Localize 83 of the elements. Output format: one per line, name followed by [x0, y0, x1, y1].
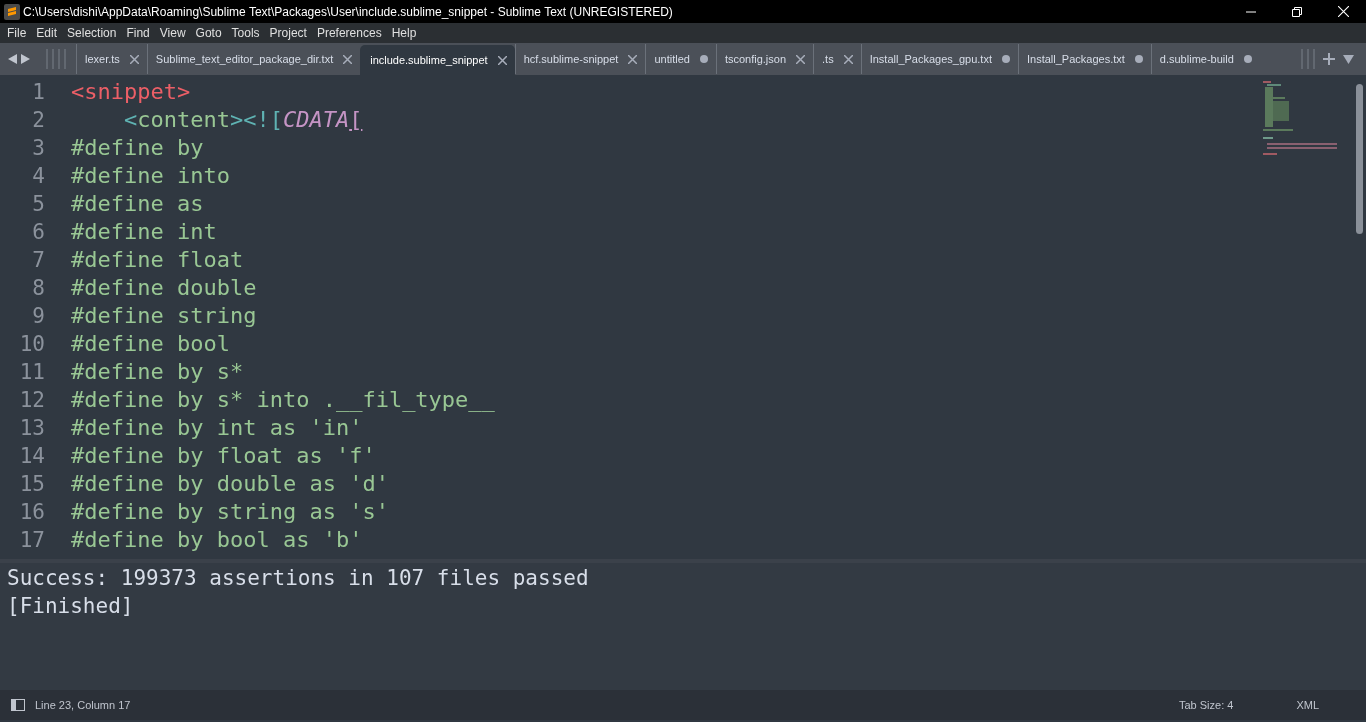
code-line: <content><![CDATA[	[122, 106, 363, 134]
line-number: 9	[31, 303, 46, 330]
code-line: #define by float as 'f'	[71, 442, 376, 470]
line-number: 8	[31, 275, 46, 302]
line-number: 5	[31, 191, 46, 218]
window-title: C:\Users\dishi\AppData\Roaming\Sublime Text\Packages\User\include.sublime_snippet - Sublime Text (UNREGISTERED)	[23, 3, 673, 21]
tab-label: d.sublime-build	[1159, 51, 1234, 67]
menu-item[interactable]: Goto	[190, 24, 227, 42]
code-line: #define int	[71, 218, 217, 246]
menu-item[interactable]: Find	[121, 24, 155, 42]
tab-overflow-icon	[46, 49, 66, 69]
menu-item[interactable]: Project	[264, 24, 312, 42]
line-number: 14	[18, 443, 46, 470]
code-line: #define by s* into .__fil_type__	[71, 386, 495, 414]
restore-icon[interactable]	[1292, 6, 1302, 17]
tab-size[interactable]: Tab Size: 4	[1178, 696, 1234, 714]
line-number: 11	[18, 359, 46, 386]
tab-label: untitled	[654, 51, 690, 67]
right-arrow-icon[interactable]	[21, 54, 30, 64]
plus-icon[interactable]	[1323, 53, 1335, 65]
tab[interactable]: hcf.sublime-snippet	[514, 44, 646, 74]
tab-label: include.sublime_snippet	[370, 52, 488, 68]
code-line: #define double	[71, 274, 257, 302]
line-number: 3	[31, 135, 46, 162]
code-line: #define by	[71, 134, 204, 162]
code-line: #define string	[71, 302, 257, 330]
tab-label: hcf.sublime-snippet	[523, 51, 619, 67]
code-line: #define by bool as 'b'	[71, 526, 363, 554]
tab[interactable]: lexer.ts	[76, 44, 147, 74]
scrollbar-thumb[interactable]	[1355, 84, 1363, 234]
menu-item[interactable]: View	[154, 24, 191, 42]
tab-label: Sublime_text_editor_package_dir.txt	[155, 51, 334, 67]
menu-item[interactable]: Edit	[31, 24, 63, 42]
code-line: #define as	[71, 190, 204, 218]
tab[interactable]: d.sublime-build	[1150, 44, 1260, 74]
tab[interactable]: Install_Packages_gpu.txt	[860, 44, 1018, 74]
line-number: 1	[31, 79, 46, 106]
dropdown-icon[interactable]	[1343, 54, 1354, 64]
code-line: #define by int as 'in'	[71, 414, 363, 442]
sidebar-toggle-icon[interactable]	[11, 699, 25, 711]
line-number: 2	[31, 107, 46, 134]
unsaved-dot-icon[interactable]	[1002, 55, 1010, 63]
code-line: #define bool	[71, 330, 230, 358]
code-line: #define float	[71, 246, 244, 274]
menu-item[interactable]: Preferences	[311, 24, 387, 42]
menu-item[interactable]: Tools	[226, 24, 265, 42]
syntax-label[interactable]: XML	[1296, 696, 1319, 714]
code-line: <snippet>	[71, 78, 191, 106]
menu-item[interactable]: Help	[386, 24, 422, 42]
output-line: [Finished]	[7, 593, 135, 620]
line-number: 7	[31, 247, 46, 274]
tab-label: .ts	[822, 51, 834, 67]
tab-label: Install_Packages.txt	[1027, 51, 1125, 67]
tab[interactable]: Install_Packages.txt	[1018, 44, 1151, 74]
menu-item[interactable]: Selection	[62, 24, 122, 42]
tab-label: Install_Packages_gpu.txt	[869, 51, 992, 67]
line-number: 12	[18, 387, 46, 414]
code-line: #define by string as 's'	[71, 498, 389, 526]
tab[interactable]: tsconfig.json	[715, 44, 814, 74]
line-number: 6	[31, 219, 46, 246]
tab[interactable]: .ts	[813, 44, 861, 74]
tab-label: tsconfig.json	[724, 51, 787, 67]
menu-item[interactable]: File	[2, 24, 32, 42]
tab-label: lexer.ts	[85, 51, 120, 67]
line-number: 16	[18, 499, 46, 526]
code-line: #define by double as 'd'	[71, 470, 389, 498]
line-number: 15	[18, 471, 46, 498]
line-number: 17	[18, 527, 46, 554]
line-number: 13	[18, 415, 46, 442]
line-number: 10	[18, 331, 46, 358]
cursor-position[interactable]: Line 23, Column 17	[35, 696, 131, 714]
tab-overflow-icon	[1301, 49, 1315, 69]
unsaved-dot-icon[interactable]	[1134, 55, 1143, 63]
unsaved-dot-icon[interactable]	[1243, 55, 1252, 63]
tab[interactable]: include.sublime_snippet	[360, 45, 515, 75]
output-line: Success: 199373 assertions in 107 files passed	[7, 565, 590, 592]
app-logo-icon	[4, 3, 20, 20]
unsaved-dot-icon[interactable]	[699, 55, 708, 63]
code-line: #define into	[71, 162, 230, 190]
left-arrow-icon[interactable]	[8, 54, 17, 64]
code-line: #define by s*	[71, 358, 244, 386]
tab[interactable]: untitled	[645, 44, 716, 74]
line-number: 4	[31, 163, 46, 190]
